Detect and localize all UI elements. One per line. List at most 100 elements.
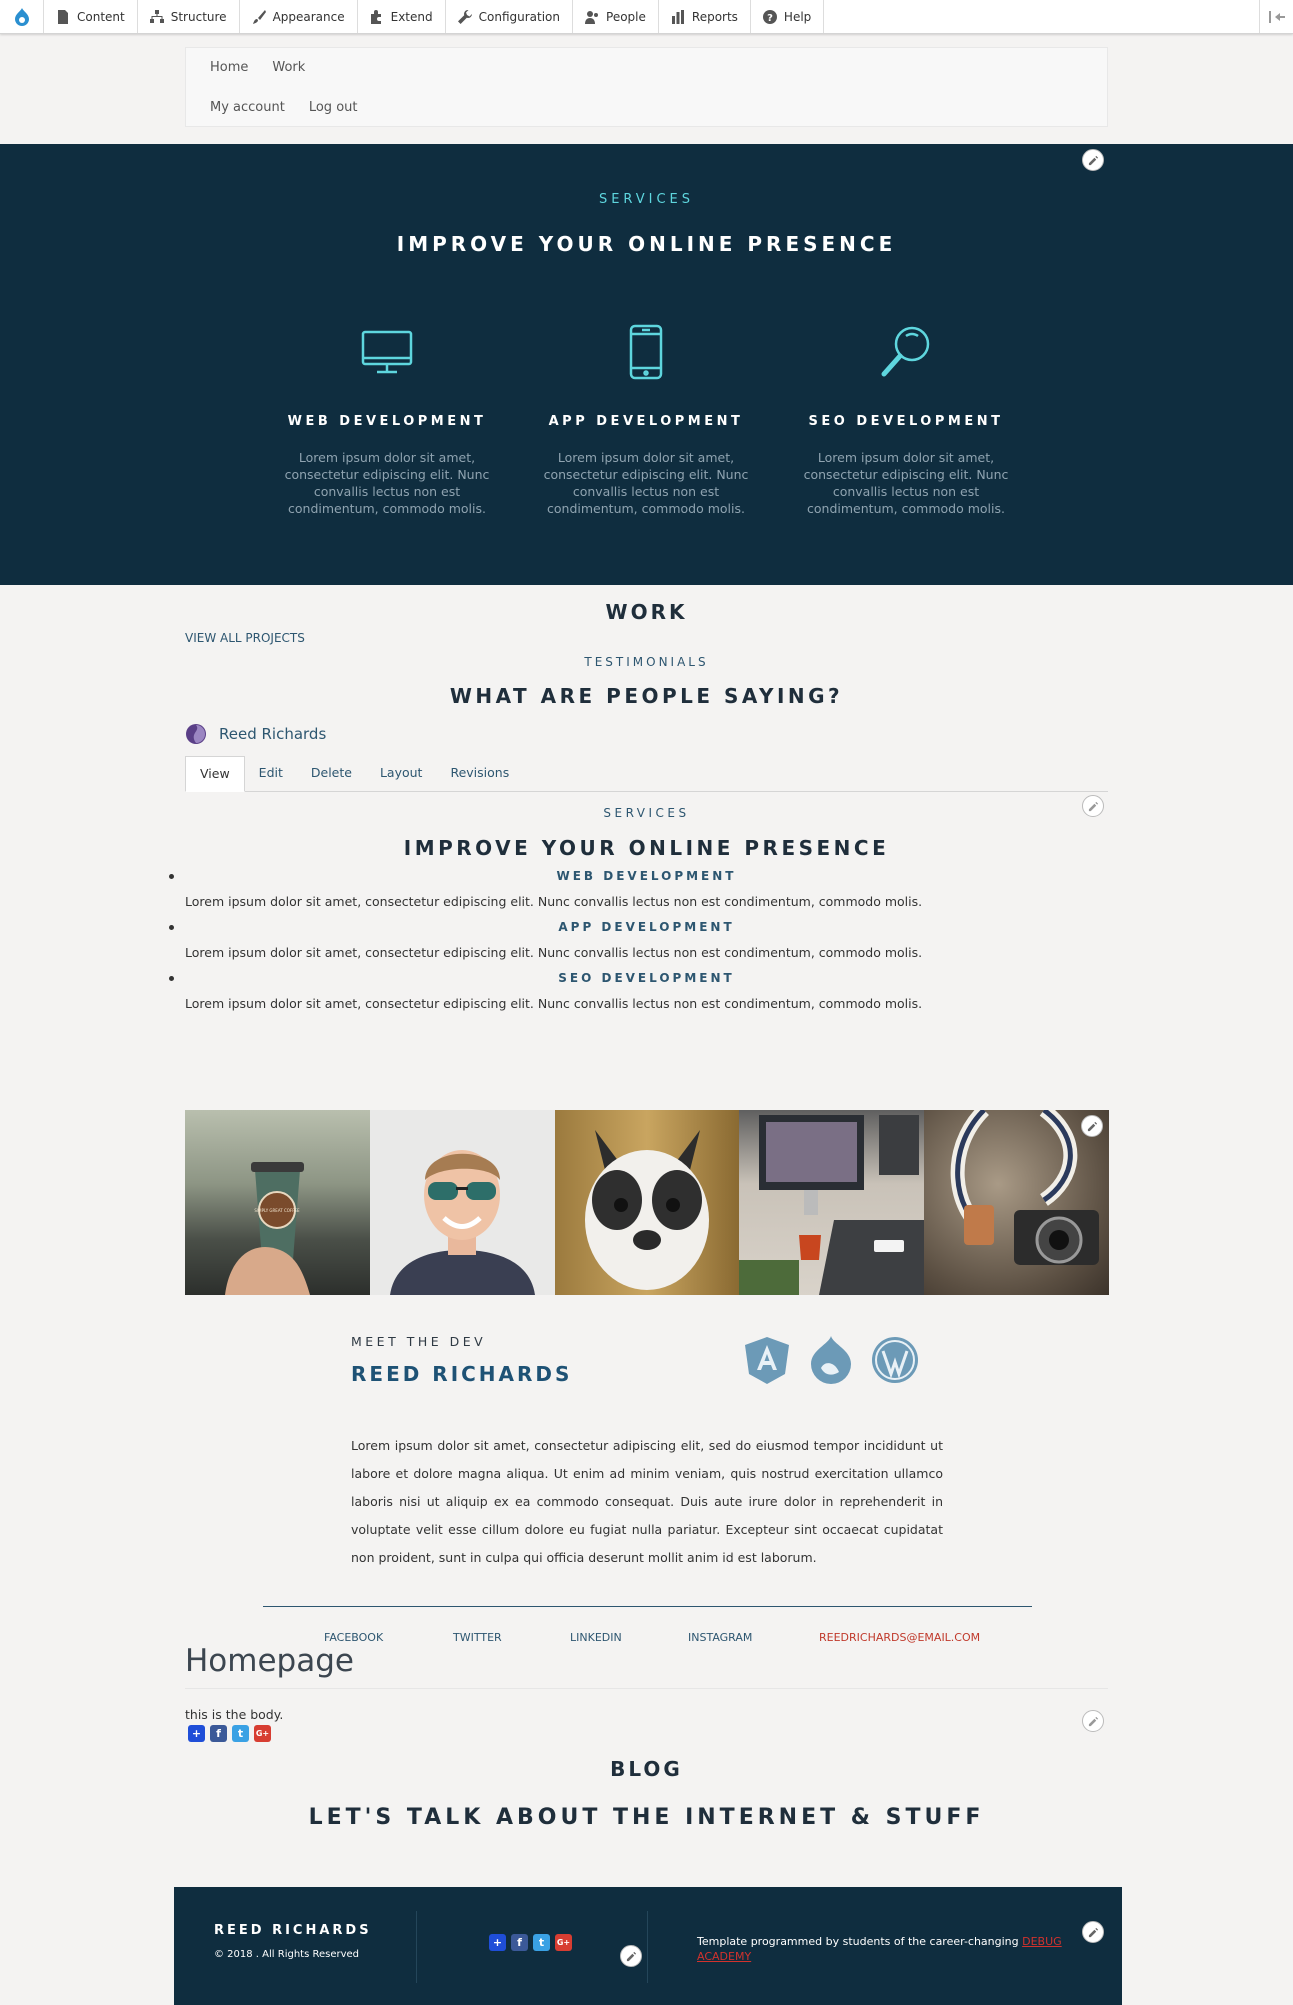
list-item-text: Lorem ipsum dolor sit amet, consectetur …	[185, 996, 923, 1011]
brush-icon	[252, 9, 266, 24]
share-google-icon[interactable]: G+	[555, 1934, 572, 1951]
toolbar-people[interactable]: People	[573, 0, 659, 33]
toolbar-structure[interactable]: Structure	[138, 0, 240, 33]
edit-pencil-icon[interactable]	[620, 1945, 642, 1967]
tab-view[interactable]: View	[185, 756, 245, 792]
tab-revisions[interactable]: Revisions	[436, 756, 523, 791]
share-plus-icon[interactable]: +	[489, 1934, 506, 1951]
nav-log-out[interactable]: Log out	[309, 100, 358, 115]
testimonials-title: WHAT ARE PEOPLE SAYING?	[449, 684, 844, 708]
tab-layout[interactable]: Layout	[366, 756, 437, 791]
author-block: Reed Richards	[185, 723, 326, 745]
author-name[interactable]: Reed Richards	[219, 725, 326, 743]
node-tabs: View Edit Delete Layout Revisions	[185, 756, 1108, 792]
coffee-cup-text: SIMPLY GREAT COFFEE	[254, 1208, 300, 1213]
search-icon	[881, 326, 930, 377]
services-eyebrow: SERVICES	[603, 806, 690, 820]
list-item-text: Lorem ipsum dolor sit amet, consectetur …	[185, 945, 923, 960]
list-item-title: APP DEVELOPMENT	[558, 920, 735, 934]
footer-name: REED RICHARDS	[214, 1923, 372, 1938]
gallery-photo-camera[interactable]	[924, 1110, 1109, 1295]
service-text: Lorem ipsum dolor sit amet, consectetur …	[543, 450, 749, 516]
drupal-icon	[811, 1336, 851, 1384]
toolbar-label: Extend	[390, 9, 433, 24]
drupal-logo-icon[interactable]	[0, 0, 44, 33]
page-icon	[58, 9, 68, 24]
footer-share-buttons: + f t G+	[489, 1934, 572, 1951]
blog-subtitle: LET'S TALK ABOUT THE INTERNET & STUFF	[308, 1805, 985, 1830]
footer-credit: Template programmed by students of the c…	[697, 1934, 1077, 1964]
service-web: WEB DEVELOPMENT Lorem ipsum dolor sit am…	[272, 324, 502, 517]
bar-chart-icon	[671, 9, 684, 24]
wrench-icon	[457, 9, 472, 24]
gallery-photo-coffee[interactable]: SIMPLY GREAT COFFEE	[185, 1110, 370, 1295]
meet-name: REED RICHARDS	[351, 1362, 573, 1386]
avatar	[186, 724, 206, 744]
toolbar-appearance[interactable]: Appearance	[240, 0, 358, 33]
toolbar-label: Reports	[691, 9, 738, 24]
tab-edit[interactable]: Edit	[245, 756, 297, 791]
angular-icon	[745, 1337, 789, 1384]
edit-pencil-icon[interactable]	[1082, 1921, 1104, 1943]
social-link-twitter[interactable]: TWITTER	[453, 1631, 502, 1644]
hero-eyebrow: SERVICES	[598, 192, 695, 207]
share-twitter-icon[interactable]: t	[232, 1725, 249, 1742]
toolbar-help[interactable]: ? Help	[751, 0, 825, 33]
meet-eyebrow: MEET THE DEV	[351, 1334, 487, 1349]
nav-my-account[interactable]: My account	[210, 100, 285, 115]
nav-work[interactable]: Work	[272, 60, 305, 75]
sitemap-icon	[149, 9, 164, 23]
list-item-text: Lorem ipsum dolor sit amet, consectetur …	[185, 894, 923, 909]
social-link-instagram[interactable]: INSTAGRAM	[688, 1631, 752, 1644]
share-twitter-icon[interactable]: t	[533, 1934, 550, 1951]
toolbar-reports[interactable]: Reports	[659, 0, 751, 33]
title-divider	[185, 1688, 1108, 1689]
social-link-email[interactable]: REEDRICHARDS@EMAIL.COM	[819, 1631, 980, 1644]
footer-copyright: © 2018 . All Rights Reserved	[214, 1949, 360, 1960]
footer-separator	[416, 1911, 417, 1983]
tab-delete[interactable]: Delete	[297, 756, 366, 791]
orientation-icon	[1268, 10, 1285, 23]
social-divider	[263, 1606, 1032, 1607]
work-title: WORK	[605, 600, 688, 624]
account-menu: My account Log out	[210, 100, 358, 115]
share-google-icon[interactable]: G+	[254, 1725, 271, 1742]
toolbar-label: Content	[77, 9, 125, 24]
footer-separator	[647, 1911, 648, 1983]
admin-toolbar: Content Structure Appearance Extend Conf…	[0, 0, 1293, 34]
edit-pencil-icon[interactable]	[1082, 149, 1104, 171]
hero-title: IMPROVE YOUR ONLINE PRESENCE	[396, 232, 897, 256]
toolbar-extend[interactable]: Extend	[358, 0, 446, 33]
services-title: IMPROVE YOUR ONLINE PRESENCE	[403, 836, 890, 860]
blog-title: BLOG	[610, 1757, 683, 1781]
gallery-photo-portrait[interactable]	[369, 1110, 555, 1295]
wordpress-icon	[872, 1337, 918, 1383]
service-title: WEB DEVELOPMENT	[287, 414, 487, 429]
monitor-icon	[361, 330, 413, 374]
testimonials-eyebrow: TESTIMONIALS	[584, 655, 709, 669]
gallery-photo-desk[interactable]	[739, 1110, 925, 1295]
phone-icon	[629, 324, 663, 380]
toolbar-configuration[interactable]: Configuration	[446, 0, 574, 33]
view-all-projects-link[interactable]: VIEW ALL PROJECTS	[185, 631, 305, 645]
share-facebook-icon[interactable]: f	[511, 1934, 528, 1951]
services-hero: SERVICES IMPROVE YOUR ONLINE PRESENCE WE…	[0, 144, 1293, 585]
dev-bio: Lorem ipsum dolor sit amet, consectetur …	[351, 1438, 943, 1565]
share-plus-icon[interactable]: +	[188, 1725, 205, 1742]
nav-home[interactable]: Home	[210, 60, 248, 75]
toolbar-content[interactable]: Content	[44, 0, 138, 33]
footer: REED RICHARDS © 2018 . All Rights Reserv…	[174, 1887, 1122, 2005]
edit-pencil-icon[interactable]	[1082, 1710, 1104, 1732]
social-link-linkedin[interactable]: LINKEDIN	[570, 1631, 622, 1644]
menu-block: Home Work My account Log out	[185, 47, 1108, 127]
gallery-photo-dog[interactable]	[554, 1110, 740, 1295]
puzzle-icon	[370, 9, 381, 24]
toolbar-orientation-toggle[interactable]	[1259, 0, 1293, 33]
list-item-title: WEB DEVELOPMENT	[556, 869, 737, 883]
main-menu: Home Work	[210, 60, 305, 75]
list-item-title: SEO DEVELOPMENT	[558, 971, 735, 985]
share-facebook-icon[interactable]: f	[210, 1725, 227, 1742]
toolbar-label: Appearance	[272, 9, 345, 24]
svg-text:?: ?	[767, 13, 773, 24]
skill-icons	[743, 1336, 919, 1384]
